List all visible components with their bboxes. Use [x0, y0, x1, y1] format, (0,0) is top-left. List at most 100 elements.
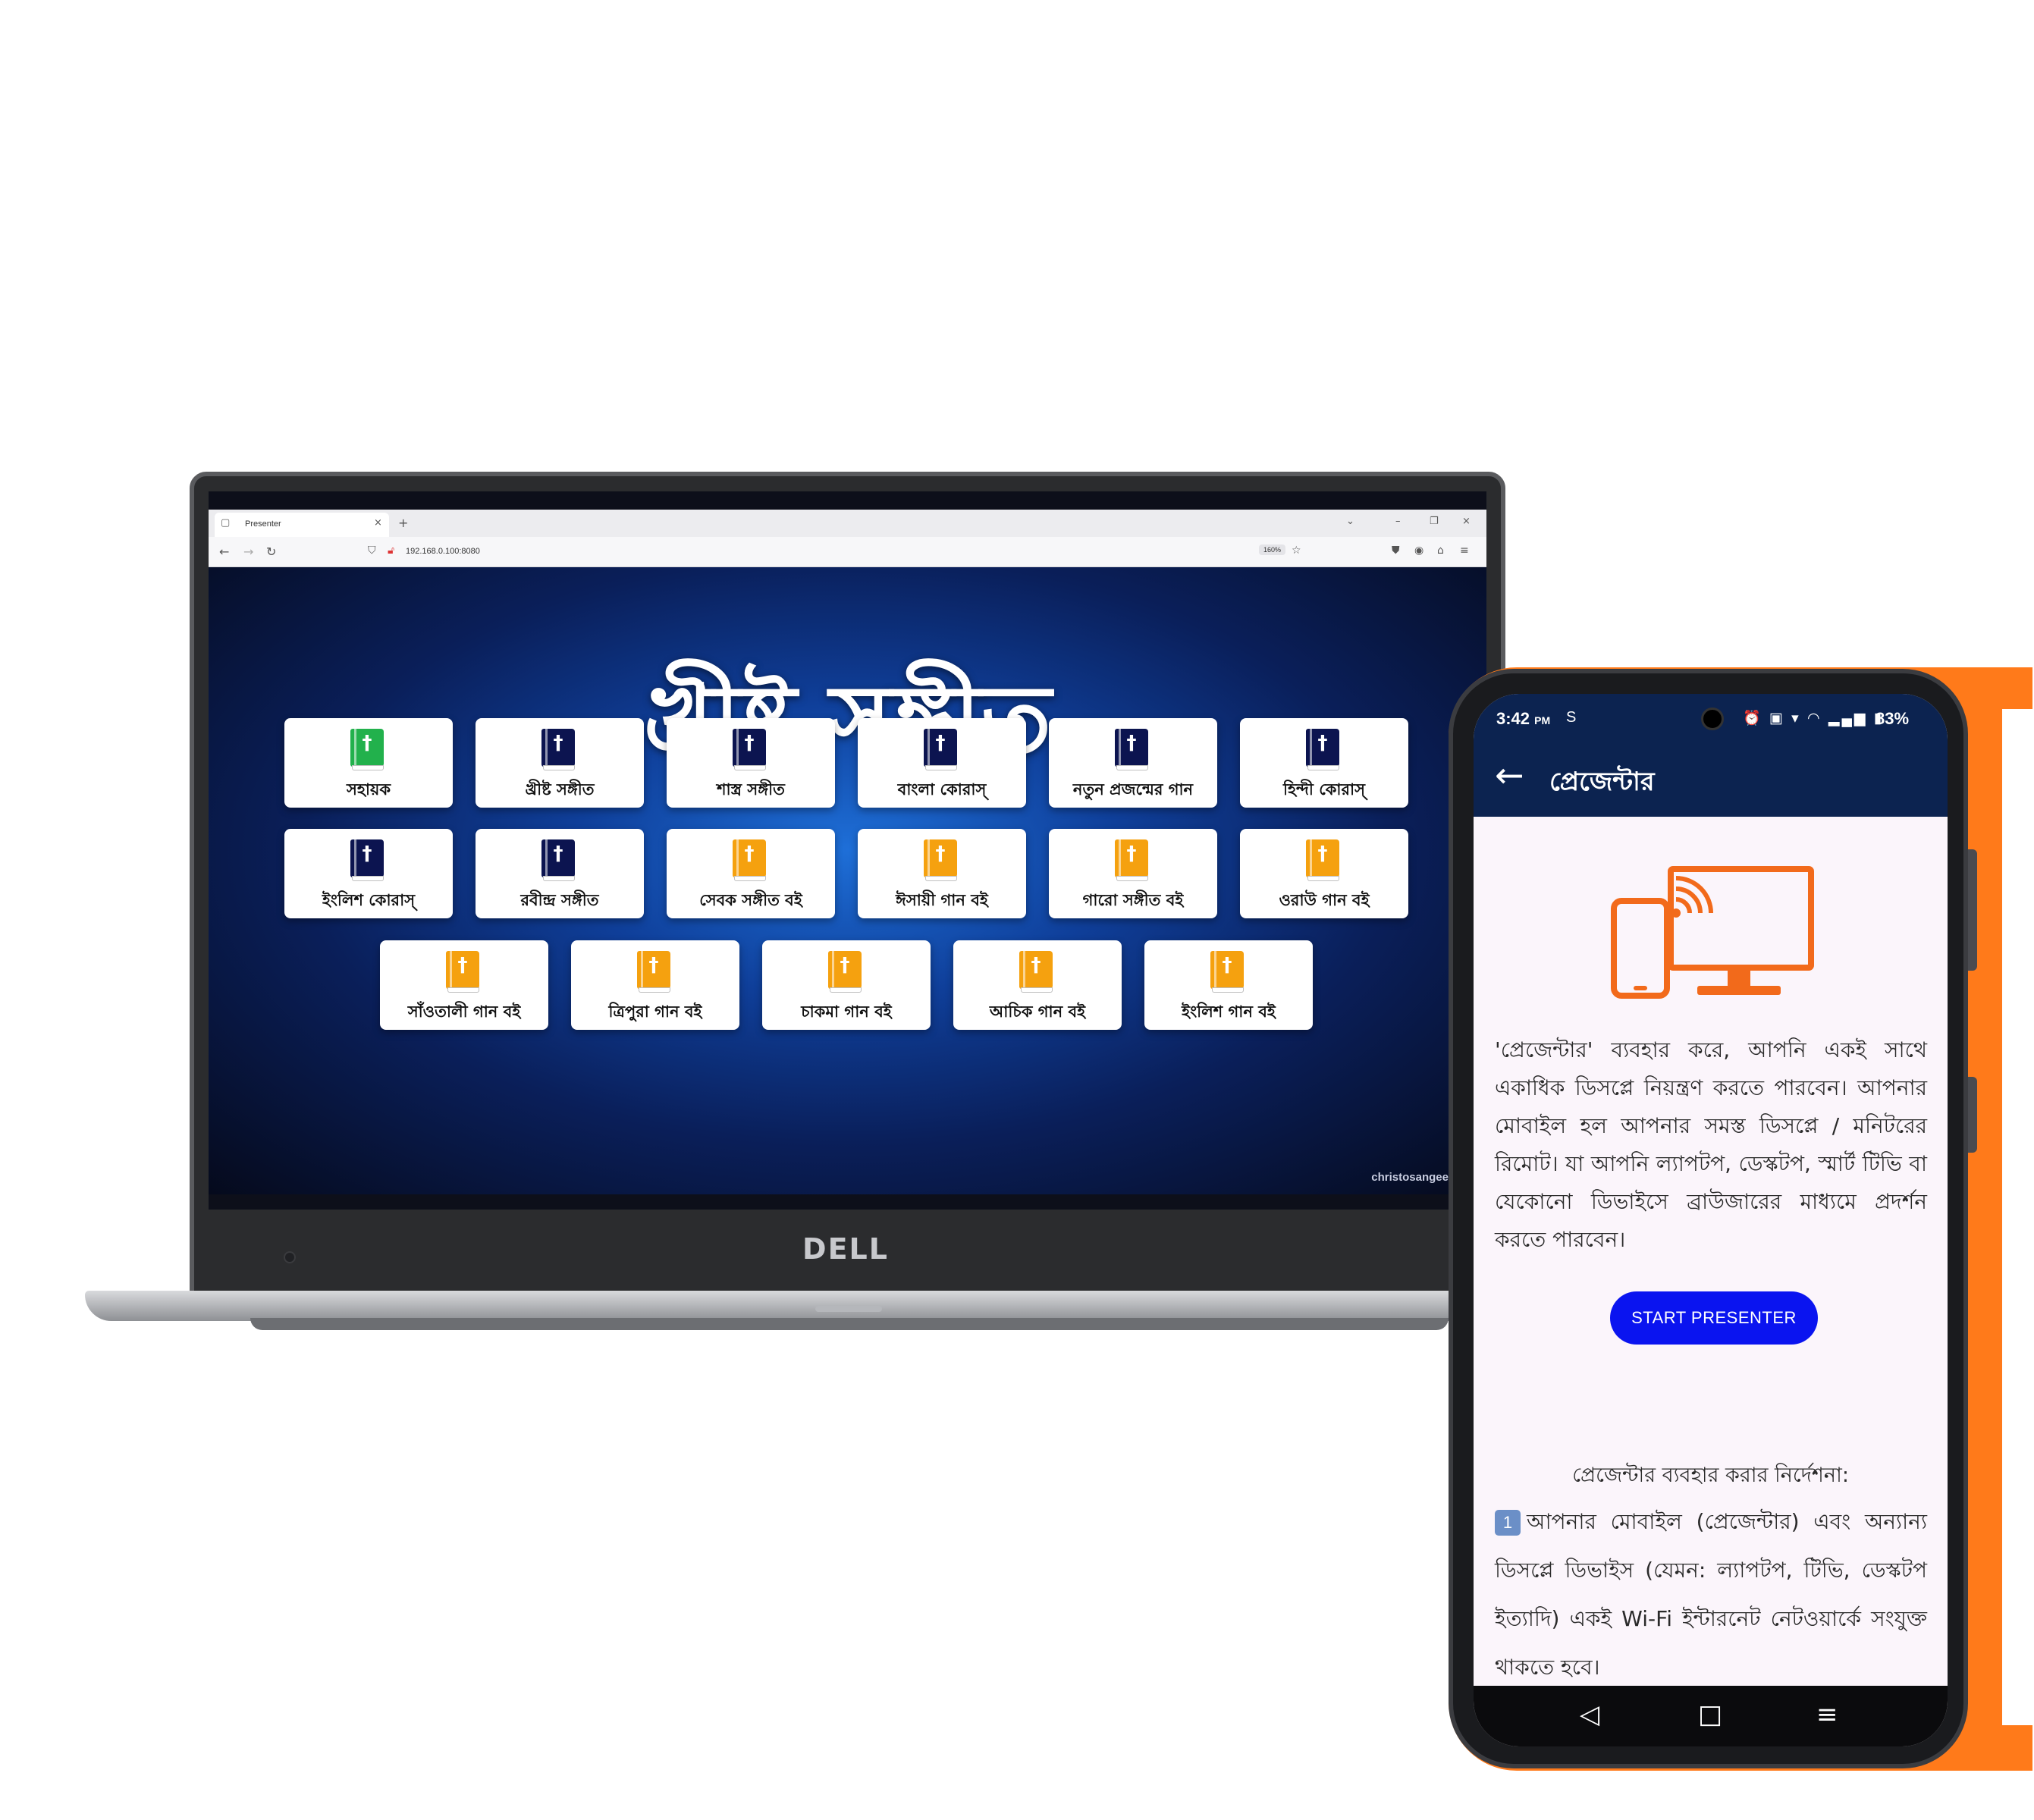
book-icon: †	[924, 729, 957, 770]
front-camera	[1701, 708, 1724, 730]
back-arrow-icon[interactable]: ←	[1495, 758, 1524, 792]
laptop-notch	[815, 1306, 882, 1312]
address-bar[interactable]	[360, 541, 1270, 563]
book-icon: †	[350, 839, 384, 881]
new-tab-icon[interactable]: +	[398, 516, 408, 530]
extensions-icon[interactable]: ⌂	[1437, 544, 1444, 557]
browser-tab[interactable]: ▢ Presenter ×	[215, 513, 389, 537]
book-card[interactable]: † ঈসায়ী গান বই	[858, 829, 1026, 918]
laptop-base-bottom	[250, 1318, 1449, 1330]
menu-icon[interactable]: ≡	[1460, 544, 1469, 557]
phone-screen: 3:42 PM S ⏰ ▣ ▾ ◠ ▂▄▆ ▮ 83% ← প্রেজেন্টা…	[1474, 694, 1948, 1746]
book-icon: †	[541, 839, 575, 881]
book-icon: †	[541, 729, 575, 770]
backdrop-cut	[2002, 709, 2034, 1725]
book-icon: †	[1115, 839, 1148, 881]
book-card[interactable]: † বাংলা কোরাস্	[858, 718, 1026, 808]
tab-list-icon[interactable]: ⌄	[1346, 516, 1354, 527]
book-card[interactable]: † সাঁওতালী গান বই	[380, 940, 548, 1030]
book-label: নতুন প্রজন্মের গান	[1072, 780, 1194, 799]
book-label: সাঁওতালী গান বই	[407, 1003, 521, 1021]
book-label: ইংলিশ কোরাস্	[322, 891, 416, 909]
book-icon: †	[637, 951, 670, 993]
book-label: বাংলা কোরাস্	[897, 780, 987, 799]
carrier-icon: S	[1566, 709, 1577, 726]
book-card[interactable]: † গারো সঙ্গীত বই	[1049, 829, 1217, 918]
cross-icon: †	[744, 843, 755, 865]
book-label: ইংলিশ গান বই	[1182, 1003, 1276, 1021]
book-label: শাস্ত্র সঙ্গীত	[717, 780, 785, 799]
book-label: আচিক গান বই	[989, 1003, 1086, 1021]
nav-recents-icon[interactable]: ≡	[1816, 1699, 1838, 1730]
dell-logo: DELL	[802, 1232, 889, 1266]
book-card[interactable]: † সহায়ক	[284, 718, 453, 808]
instruction-text: আপনার মোবাইল (প্রেজেন্টার) এবং অন্যান্য …	[1495, 1509, 1927, 1680]
book-card[interactable]: † ইংলিশ কোরাস্	[284, 829, 453, 918]
account-icon[interactable]: ◉	[1414, 544, 1423, 557]
book-card[interactable]: † রবীন্দ্র সঙ্গীত	[476, 829, 644, 918]
book-card[interactable]: † সেবক সঙ্গীত বই	[667, 829, 835, 918]
presenter-page: খ্রীষ্ট সঙ্গীত † সহায়ক † খ্রীষ্ট সঙ্গীত † শা…	[209, 567, 1486, 1194]
book-label: গারো সঙ্গীত বই	[1082, 891, 1184, 909]
book-card[interactable]: † নতুন প্রজন্মের গান	[1049, 718, 1217, 808]
book-card[interactable]: † ইংলিশ গান বই	[1144, 940, 1313, 1030]
cross-icon: †	[1126, 843, 1137, 865]
url-text[interactable]: 192.168.0.100:8080	[406, 547, 480, 556]
browser-toolbar: ← → ↻ ⛉ 🔓︎ 192.168.0.100:8080 160% ☆ ⛊ ◉…	[209, 537, 1486, 567]
instruction-item: 1 আপনার মোবাইল (প্রেজেন্টার) এবং অন্যান্য…	[1495, 1498, 1927, 1692]
power-button	[1968, 1077, 1977, 1153]
book-label: ঈসায়ী গান বই	[896, 891, 988, 909]
page-icon: ▢	[221, 517, 231, 529]
cross-icon: †	[935, 732, 946, 755]
forward-icon[interactable]: →	[243, 544, 253, 559]
cross-icon: †	[744, 732, 755, 755]
nav-home-icon[interactable]: □	[1698, 1699, 1722, 1730]
pocket-icon[interactable]: ⛊	[1392, 544, 1400, 557]
star-icon[interactable]: ☆	[1292, 544, 1301, 557]
start-presenter-button[interactable]: START PRESENTER	[1610, 1291, 1818, 1345]
status-icons: ⏰ ▣ ▾ ◠ ▂▄▆ ▮	[1743, 711, 1885, 726]
app-title: প্রেজেন্টার	[1549, 767, 1655, 797]
book-label: ত্রিপুরা গান বই	[608, 1003, 702, 1021]
book-card[interactable]: † খ্রীষ্ট সঙ্গীত	[476, 718, 644, 808]
cross-icon: †	[1317, 732, 1328, 755]
minimize-icon[interactable]: –	[1395, 516, 1401, 527]
book-icon: †	[924, 839, 957, 881]
cross-icon: †	[648, 954, 659, 977]
cross-icon: †	[840, 954, 850, 977]
app-bar: ← প্রেজেন্টার	[1474, 741, 1948, 817]
book-icon: †	[1306, 729, 1339, 770]
cross-icon: †	[553, 732, 563, 755]
book-icon: †	[1115, 729, 1148, 770]
status-bar: 3:42 PM S ⏰ ▣ ▾ ◠ ▂▄▆ ▮ 83%	[1474, 694, 1948, 741]
book-card[interactable]: † চাকমা গান বই	[762, 940, 931, 1030]
zoom-level[interactable]: 160%	[1259, 544, 1286, 555]
book-card[interactable]: † হিন্দী কোরাস্	[1240, 718, 1408, 808]
status-time: 3:42 PM	[1496, 709, 1551, 728]
cross-icon: †	[1317, 843, 1328, 865]
number-badge-icon: 1	[1495, 1510, 1521, 1536]
book-card[interactable]: † আচিক গান বই	[953, 940, 1122, 1030]
cross-icon: †	[1222, 954, 1232, 977]
cross-icon: †	[362, 732, 372, 755]
back-icon[interactable]: ←	[219, 544, 229, 559]
book-icon: †	[733, 839, 766, 881]
laptop-screen: ▢ Presenter × + ⌄ – ❐ × ← → ↻ ⛉ 🔓︎ 192.1…	[209, 491, 1486, 1210]
nav-back-icon[interactable]: ◁	[1580, 1699, 1599, 1730]
book-icon: †	[1210, 951, 1244, 993]
book-label: সেবক সঙ্গীত বই	[699, 891, 802, 909]
reload-icon[interactable]: ↻	[266, 544, 276, 559]
book-icon: †	[733, 729, 766, 770]
cross-icon: †	[1126, 732, 1137, 755]
book-card[interactable]: † শাস্ত্র সঙ্গীত	[667, 718, 835, 808]
browser-tab-strip: ▢ Presenter × + ⌄ – ❐ ×	[209, 510, 1486, 537]
shield-icon[interactable]: ⛉	[368, 544, 376, 557]
book-card[interactable]: † ত্রিপুরা গান বই	[571, 940, 739, 1030]
book-card[interactable]: † ওরাউ গান বই	[1240, 829, 1408, 918]
book-icon: †	[1306, 839, 1339, 881]
cross-icon: †	[935, 843, 946, 865]
close-window-icon[interactable]: ×	[1462, 516, 1471, 527]
restore-icon[interactable]: ❐	[1430, 516, 1439, 527]
book-label: সহায়ক	[346, 780, 391, 799]
close-tab-icon[interactable]: ×	[374, 517, 382, 529]
